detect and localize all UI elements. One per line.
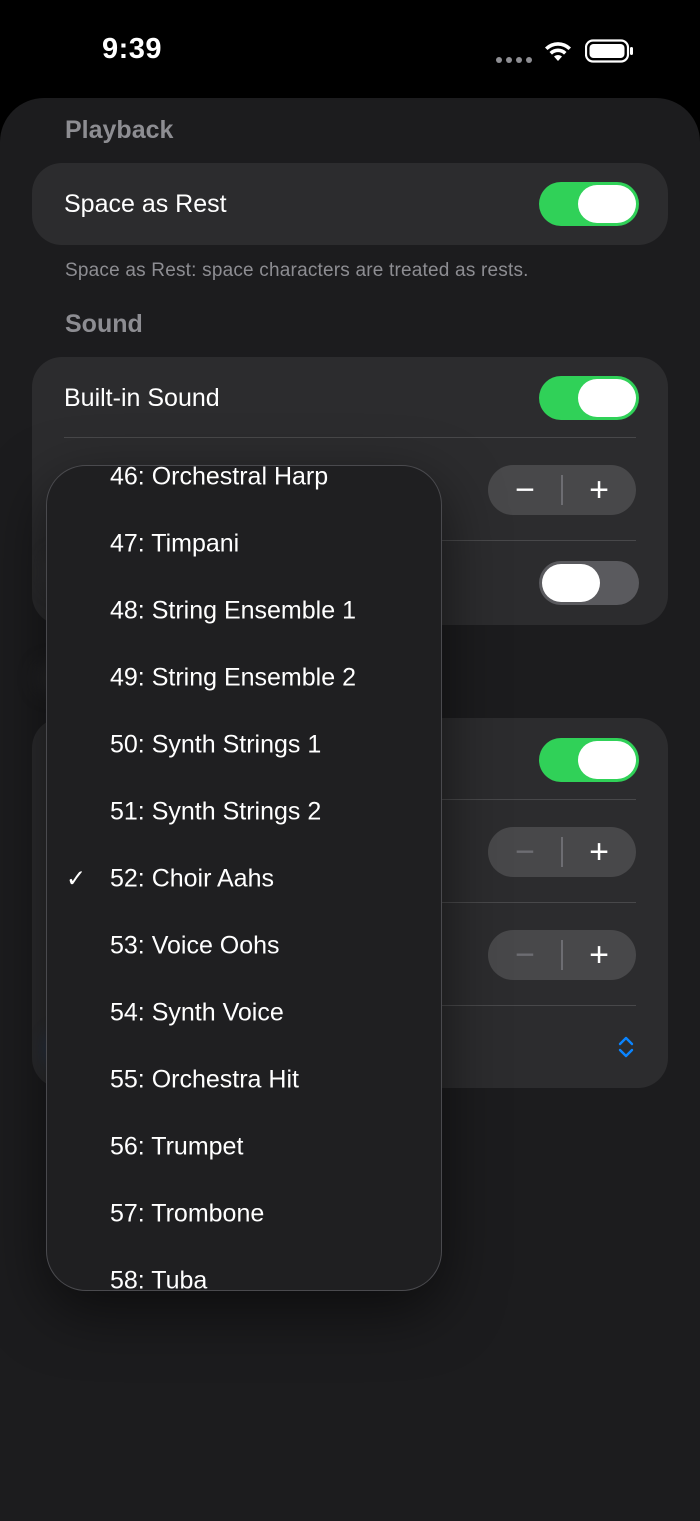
menu-item-label: 50: Synth Strings 1 [110,730,322,759]
status-time: 9:39 [102,33,163,65]
lower-stepper-2[interactable]: − + [488,930,636,980]
stepper-plus-button[interactable]: + [562,465,636,515]
menu-item-label: 52: Choir Aahs [110,864,274,893]
menu-item[interactable]: 47: Timpani [47,511,441,577]
menu-item[interactable]: 49: String Ensemble 2 [47,645,441,711]
wifi-icon [545,42,571,61]
menu-item-label: 58: Tuba [110,1266,208,1291]
menu-item-label: 53: Voice Oohs [110,931,280,960]
menu-item-label: 57: Trombone [110,1199,265,1228]
menu-item-label: 46: Orchestral Harp [110,465,329,491]
menu-item-label: 55: Orchestra Hit [110,1065,299,1094]
menu-item-label: 47: Timpani [110,529,240,558]
chevron-updown-icon[interactable] [616,1033,636,1061]
checkmark-icon: ✓ [66,865,87,893]
menu-item-label: 49: String Ensemble 2 [110,663,356,692]
space-as-rest-label: Space as Rest [64,190,227,218]
sound-stepper[interactable]: − + [488,465,636,515]
menu-item[interactable]: 48: String Ensemble 1 [47,578,441,644]
menu-item[interactable]: 57: Trombone [47,1181,441,1247]
battery-icon [585,39,633,63]
menu-item[interactable]: 55: Orchestra Hit [47,1047,441,1113]
divider [64,437,636,438]
menu-item[interactable]: 46: Orchestral Harp [47,465,441,510]
menu-item-label: 56: Trumpet [110,1132,244,1161]
space-as-rest-toggle[interactable] [539,182,639,226]
playback-section-title: Playback [65,116,174,144]
menu-item[interactable]: 50: Synth Strings 1 [47,712,441,778]
sound-section-title: Sound [65,310,143,338]
playback-card: Space as Rest [32,163,668,245]
lower-toggle[interactable] [539,738,639,782]
menu-item-label: 48: String Ensemble 1 [110,596,356,625]
menu-item[interactable]: 54: Synth Voice [47,980,441,1046]
stepper-minus-button[interactable]: − [488,930,562,980]
built-in-sound-toggle[interactable] [539,376,639,420]
playback-footer-note: Space as Rest: space characters are trea… [65,260,529,281]
built-in-sound-label: Built-in Sound [64,384,220,412]
stepper-minus-button[interactable]: − [488,827,562,877]
menu-item-label: 54: Synth Voice [110,998,284,1027]
stepper-plus-button[interactable]: + [562,930,636,980]
status-bar: 9:39 [0,0,700,100]
lower-stepper-1[interactable]: − + [488,827,636,877]
menu-item[interactable]: 58: Tuba [47,1248,441,1291]
menu-item[interactable]: 51: Synth Strings 2 [47,779,441,845]
menu-item[interactable]: 53: Voice Oohs [47,913,441,979]
menu-item[interactable]: 56: Trumpet [47,1114,441,1180]
menu-item-label: 51: Synth Strings 2 [110,797,322,826]
sound-option-toggle[interactable] [539,561,639,605]
stepper-plus-button[interactable]: + [562,827,636,877]
cellular-signal-icon [496,57,532,63]
stepper-minus-button[interactable]: − [488,465,562,515]
menu-item-selected[interactable]: ✓ 52: Choir Aahs [47,846,441,912]
instrument-menu: 46: Orchestral Harp 47: Timpani 48: Stri… [46,465,442,1291]
